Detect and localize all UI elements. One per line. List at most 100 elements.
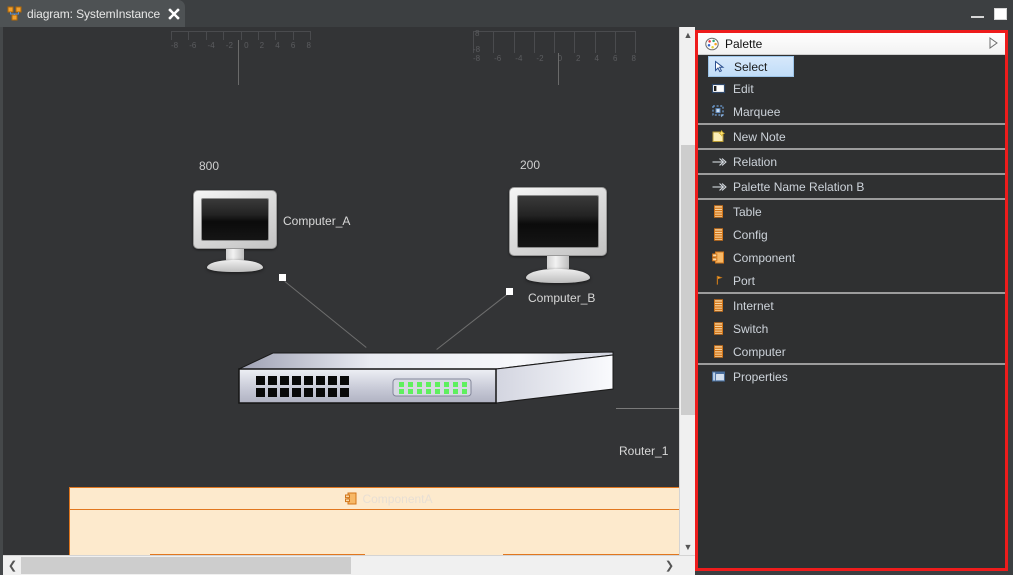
router-icon [231, 339, 616, 417]
palette-group-inspection: Properties [698, 365, 1005, 388]
palette-group-network: Internet Switch [698, 294, 1005, 365]
note-icon [712, 130, 726, 144]
close-icon[interactable] [167, 7, 181, 21]
properties-icon [712, 370, 726, 384]
relation-arrow-icon [712, 180, 726, 194]
node-computer-a[interactable] [193, 190, 277, 272]
table-icon [712, 345, 726, 359]
ruler-tick: 8 [306, 41, 310, 50]
title-bar: diagram: SystemInstance [0, 0, 1013, 27]
palette-group-named-relations: Palette Name Relation B [698, 175, 1005, 200]
ruler-tick-labels: -8 -6 -4 -2 0 2 4 6 8 [171, 41, 311, 50]
editor-tab-diagram[interactable]: diagram: SystemInstance [0, 0, 185, 27]
vertical-scroll-thumb[interactable] [681, 145, 695, 415]
palette-item-new-note[interactable]: New Note [698, 125, 1005, 148]
table-icon [712, 228, 726, 242]
scroll-down-icon[interactable]: ▼ [680, 539, 695, 555]
palette-item-relation[interactable]: Relation [698, 150, 1005, 173]
palette-item-label: Config [733, 228, 768, 242]
diagram-canvas[interactable]: -8 -6 -4 -2 0 2 4 6 8 -8 [3, 27, 679, 555]
palette-item-computer[interactable]: Computer [698, 340, 1005, 363]
palette-header[interactable]: Palette [698, 33, 1005, 55]
component-a[interactable]: ComponentA SubComponentB [69, 487, 679, 555]
component-icon [345, 492, 358, 505]
ruler-vertical-top-label: 8 [475, 29, 479, 38]
palette-item-properties[interactable]: Properties [698, 365, 1005, 388]
palette-item-component[interactable]: Component [698, 246, 1005, 269]
cursor-arrow-icon [713, 60, 727, 74]
node-label-computer-b: Computer_B [528, 291, 595, 305]
scroll-up-icon[interactable]: ▲ [680, 27, 695, 43]
scroll-left-icon[interactable]: ❮ [4, 556, 21, 575]
edge-computer-a-router[interactable] [284, 281, 366, 348]
ruler-tick: 8 [631, 54, 635, 63]
edge-handle[interactable] [279, 274, 286, 281]
palette-item-label: Internet [733, 299, 774, 313]
ruler-tick: -4 [515, 54, 522, 63]
table-icon [712, 322, 726, 336]
palette-item-label: Relation [733, 155, 777, 169]
ruler-tick: -2 [536, 54, 543, 63]
ruler-tick: 0 [244, 41, 248, 50]
chevron-right-icon[interactable] [988, 37, 999, 51]
palette-item-select[interactable]: Select [708, 56, 794, 77]
ruler-gridlines [171, 31, 311, 40]
palette-item-label: Select [734, 60, 767, 74]
palette-item-marquee[interactable]: Marquee [698, 100, 1005, 123]
component-a-header: ComponentA [70, 488, 679, 510]
edge-handle[interactable] [506, 288, 513, 295]
palette-title: Palette [725, 37, 982, 51]
maximize-icon[interactable] [994, 8, 1007, 20]
ruler-computer-b: -8 -6 -4 -2 0 2 4 6 8 [473, 31, 636, 53]
ruler-tick: 2 [260, 41, 264, 50]
palette-item-internet[interactable]: Internet [698, 294, 1005, 317]
palette-group-elements: Table Config [698, 200, 1005, 294]
node-router-1[interactable] [231, 339, 616, 417]
palette-item-edit[interactable]: Edit [698, 77, 1005, 100]
palette-item-port[interactable]: Port [698, 269, 1005, 292]
edit-icon [712, 82, 726, 96]
port-icon [712, 274, 726, 288]
palette-item-label: New Note [733, 130, 786, 144]
palette-item-config[interactable]: Config [698, 223, 1005, 246]
minimize-icon[interactable] [971, 9, 984, 18]
ruler-tick: -8 [473, 54, 480, 63]
weight-label-computer-a: 800 [199, 159, 219, 173]
monitor-icon [509, 187, 607, 256]
palette-item-label: Component [733, 251, 795, 265]
palette-group-notes: New Note [698, 125, 1005, 150]
palette-item-label: Table [733, 205, 762, 219]
palette-item-switch[interactable]: Switch [698, 317, 1005, 340]
marquee-icon [712, 105, 726, 119]
ruler-tick: -8 [171, 41, 178, 50]
palette-item-palette-name-relation-b[interactable]: Palette Name Relation B [698, 175, 1005, 198]
ruler-drop-line-a [238, 40, 239, 85]
canvas-horizontal-scrollbar[interactable]: ❮ ❯ [3, 555, 695, 575]
ruler-tick: -6 [494, 54, 501, 63]
palette-item-label: Marquee [733, 105, 780, 119]
ruler-computer-a: -8 -6 -4 -2 0 2 4 6 8 [171, 31, 311, 40]
horizontal-scroll-thumb[interactable] [21, 557, 351, 574]
palette-item-label: Palette Name Relation B [733, 180, 864, 194]
node-label-router-1: Router_1 [619, 444, 668, 458]
diagram-canvas-container: -8 -6 -4 -2 0 2 4 6 8 -8 [0, 27, 695, 575]
edge-router-label [616, 408, 679, 409]
ruler-tick: -2 [226, 41, 233, 50]
component-a-title: ComponentA [362, 492, 432, 506]
palette-items-list: Select Edit [698, 55, 1005, 568]
node-computer-b[interactable] [509, 187, 607, 283]
relation-arrow-icon [712, 155, 726, 169]
palette-item-label: Edit [733, 82, 754, 96]
application-window: diagram: SystemInstance [0, 0, 1013, 575]
weight-label-computer-b: 200 [520, 158, 540, 172]
palette-group-relations: Relation [698, 150, 1005, 175]
canvas-vertical-scrollbar[interactable]: ▲ ▼ [679, 27, 695, 555]
palette-item-table[interactable]: Table [698, 200, 1005, 223]
palette-item-label: Switch [733, 322, 768, 336]
window-controls [971, 0, 1007, 27]
scroll-right-icon[interactable]: ❯ [661, 556, 678, 575]
ruler-tick-labels: -8 -6 -4 -2 0 2 4 6 8 [473, 54, 636, 63]
component-icon [712, 251, 726, 265]
ruler-tick: 6 [613, 54, 617, 63]
palette-item-label: Properties [733, 370, 788, 384]
